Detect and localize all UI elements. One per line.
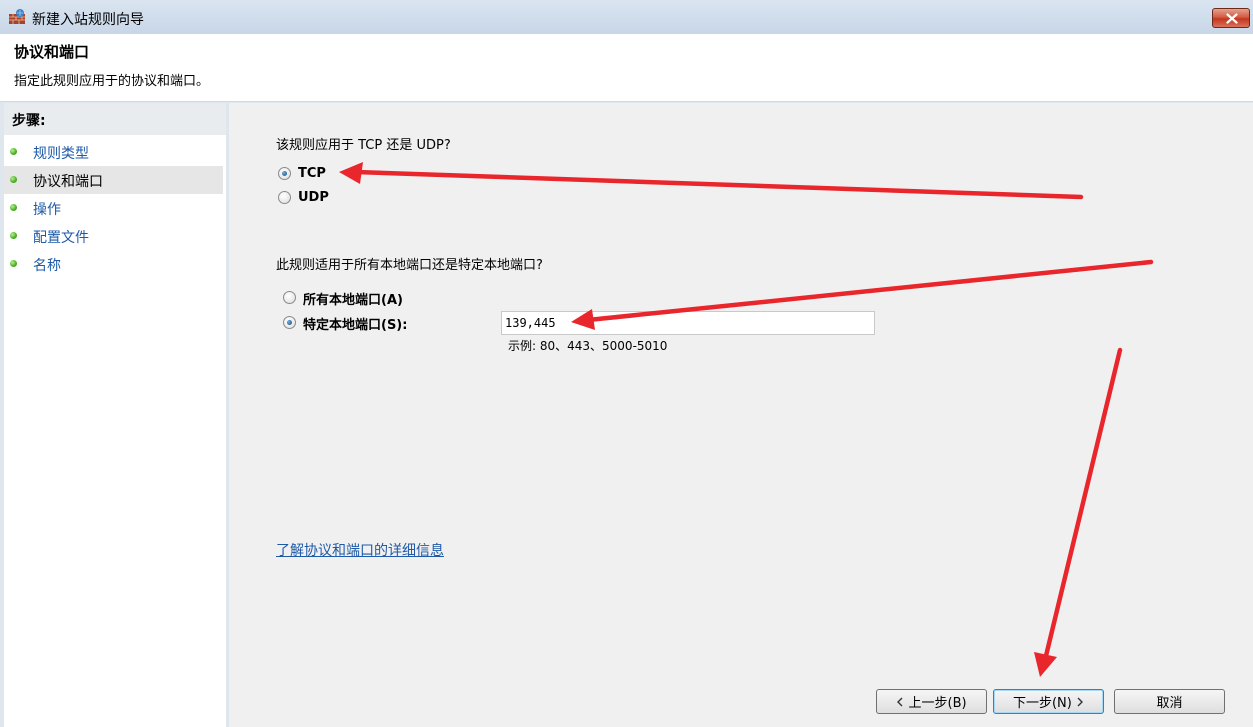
specific-ports-input[interactable]: [501, 311, 875, 335]
step-label: 名称: [33, 258, 61, 274]
step-label: 配置文件: [33, 230, 89, 246]
ports-question: 此规则适用于所有本地端口还是特定本地端口?: [276, 258, 543, 273]
step-action[interactable]: 操作: [4, 194, 223, 222]
title-bar: 新建入站规则向导: [0, 0, 1253, 34]
step-name[interactable]: 名称: [4, 250, 223, 278]
cancel-button-label: 取消: [1156, 696, 1183, 711]
tcp-radio[interactable]: [278, 167, 291, 180]
all-ports-radio-label[interactable]: 所有本地端口(A): [303, 289, 403, 308]
step-profile[interactable]: 配置文件: [4, 222, 223, 250]
udp-radio-label[interactable]: UDP: [298, 190, 329, 205]
step-label: 操作: [33, 202, 61, 218]
close-button[interactable]: [1212, 8, 1250, 28]
page-subtitle: 指定此规则应用于的协议和端口。: [14, 74, 210, 89]
step-rule-type[interactable]: 规则类型: [4, 138, 223, 166]
close-icon: [1226, 13, 1238, 24]
wizard-header: 协议和端口 指定此规则应用于的协议和端口。: [0, 34, 1253, 102]
specific-ports-radio[interactable]: [283, 316, 296, 329]
protocol-question: 该规则应用于 TCP 还是 UDP?: [276, 138, 451, 153]
green-bullet-icon: [10, 260, 17, 267]
chevron-right-icon: [1077, 697, 1083, 707]
cancel-button[interactable]: 取消: [1114, 689, 1225, 714]
chevron-left-icon: [897, 697, 903, 707]
all-ports-radio[interactable]: [283, 291, 296, 304]
window-title: 新建入站规则向导: [32, 12, 144, 28]
next-button[interactable]: 下一步(N): [993, 689, 1104, 714]
steps-title: 步骤:: [4, 103, 226, 135]
back-button-label: 上一步(B): [908, 696, 967, 711]
page-title: 协议和端口: [14, 43, 90, 61]
steps-panel: 步骤: 规则类型 协议和端口 操作 配置文件 名称: [4, 103, 226, 727]
step-label: 协议和端口: [33, 174, 103, 190]
step-protocol-ports[interactable]: 协议和端口: [4, 166, 223, 194]
back-button[interactable]: 上一步(B): [876, 689, 987, 714]
tcp-radio-label[interactable]: TCP: [298, 166, 326, 181]
green-bullet-icon: [10, 176, 17, 183]
next-button-label: 下一步(N): [1012, 696, 1072, 711]
udp-radio[interactable]: [278, 191, 291, 204]
step-label: 规则类型: [33, 146, 89, 162]
green-bullet-icon: [10, 204, 17, 211]
green-bullet-icon: [10, 148, 17, 155]
ports-example-text: 示例: 80、443、5000-5010: [508, 339, 668, 353]
content-panel: 该规则应用于 TCP 还是 UDP? TCP UDP 此规则适用于所有本地端口还…: [229, 103, 1253, 727]
specific-ports-radio-label[interactable]: 特定本地端口(S):: [303, 314, 407, 333]
green-bullet-icon: [10, 232, 17, 239]
learn-more-link[interactable]: 了解协议和端口的详细信息: [276, 540, 444, 560]
steps-title-label: 步骤:: [12, 113, 46, 129]
firewall-brick-icon: [9, 9, 25, 24]
